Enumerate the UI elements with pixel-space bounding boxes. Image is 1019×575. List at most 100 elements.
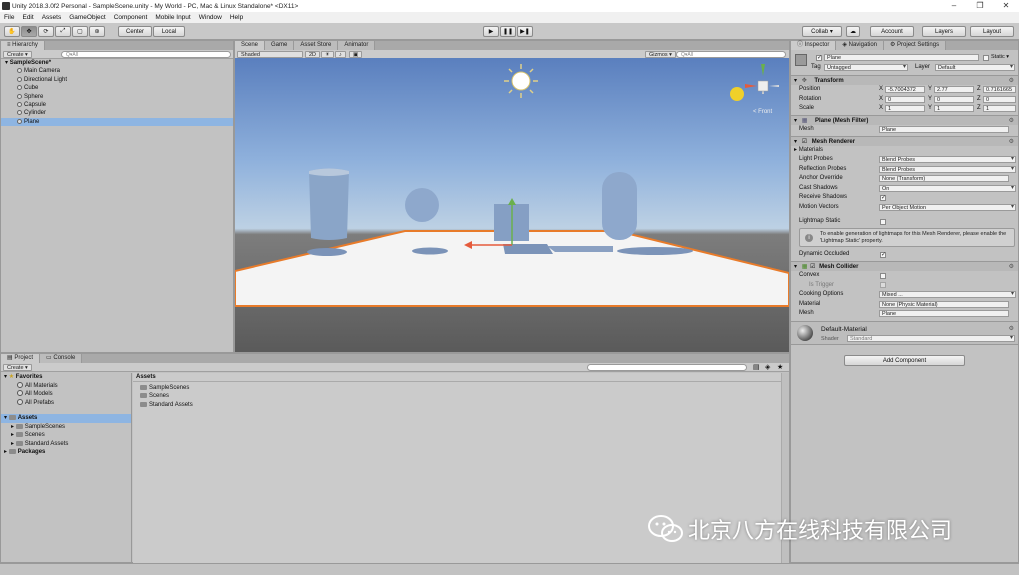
- asset-folder[interactable]: ▸ Standard Assets: [1, 440, 131, 449]
- menu-assets[interactable]: Assets: [38, 14, 66, 21]
- shader-dropdown[interactable]: Standard: [847, 335, 1015, 342]
- reflection-probes-dropdown[interactable]: Blend Probes: [879, 165, 1016, 173]
- tab-project[interactable]: ▤ Project: [1, 354, 41, 363]
- project-list-item[interactable]: Standard Assets: [133, 401, 789, 410]
- scale-z-field[interactable]: 1: [983, 105, 1016, 112]
- hierarchy-item-directional-light[interactable]: Directional Light: [1, 76, 233, 84]
- pivot-center-button[interactable]: Center: [118, 26, 152, 37]
- receive-shadows-checkbox[interactable]: [880, 194, 886, 203]
- filter-type-icon[interactable]: ▤: [753, 363, 760, 371]
- hierarchy-item-cylinder[interactable]: Cylinder: [1, 109, 233, 117]
- object-name-field[interactable]: Plane: [824, 54, 979, 61]
- hierarchy-item-main-camera[interactable]: Main Camera: [1, 67, 233, 75]
- static-dropdown[interactable]: Static ▾: [991, 53, 1009, 62]
- tab-animator[interactable]: Animator: [338, 41, 376, 50]
- component-settings-icon[interactable]: ⚙: [1009, 325, 1014, 332]
- pivot-local-button[interactable]: Local: [153, 26, 185, 37]
- cloud-icon[interactable]: ☁: [846, 26, 860, 37]
- close-icon[interactable]: ✕: [993, 0, 1019, 12]
- light-probes-dropdown[interactable]: Blend Probes: [879, 156, 1016, 163]
- directional-light-icon[interactable]: [504, 64, 538, 98]
- mesh-collider-header[interactable]: ▾ ▦ ☑ Mesh Collider ⚙: [791, 261, 1018, 271]
- tab-console[interactable]: ▭ Console: [40, 354, 83, 363]
- mesh-renderer-enabled-checkbox[interactable]: ☑: [802, 139, 807, 145]
- position-z-field[interactable]: 0.7161665: [983, 86, 1016, 93]
- mesh-collider-enabled-checkbox[interactable]: ☑: [810, 264, 815, 270]
- tab-game[interactable]: Game: [265, 41, 295, 50]
- hierarchy-item-capsule[interactable]: Capsule: [1, 101, 233, 109]
- favorite-item[interactable]: All Models: [1, 390, 131, 399]
- layers-button[interactable]: Layers: [922, 26, 966, 37]
- scene-viewport[interactable]: < Front: [235, 58, 789, 352]
- account-button[interactable]: Account: [870, 26, 914, 37]
- position-y-field[interactable]: 2.77: [934, 86, 974, 93]
- is-trigger-checkbox[interactable]: [880, 282, 886, 288]
- menu-file[interactable]: File: [0, 14, 18, 21]
- capsule-object[interactable]: [602, 172, 637, 240]
- filter-label-icon[interactable]: ◈: [765, 363, 770, 371]
- sphere-object[interactable]: [405, 188, 439, 222]
- scene-root[interactable]: ▾ SampleScene*: [1, 59, 233, 67]
- menu-edit[interactable]: Edit: [18, 14, 37, 21]
- motion-vectors-dropdown[interactable]: Per Object Motion: [879, 203, 1016, 211]
- project-search-input[interactable]: [587, 364, 747, 371]
- project-breadcrumb[interactable]: Assets: [133, 373, 789, 382]
- static-checkbox[interactable]: [983, 54, 989, 61]
- lightmap-static-checkbox[interactable]: [880, 218, 886, 225]
- shading-mode-dropdown[interactable]: Shaded: [237, 51, 303, 58]
- hierarchy-item-plane[interactable]: Plane: [1, 117, 233, 127]
- audio-toggle-icon[interactable]: ♪: [335, 51, 346, 58]
- cast-shadows-dropdown[interactable]: On: [879, 184, 1016, 192]
- pause-button[interactable]: ❚❚: [500, 26, 516, 37]
- gizmos-dropdown[interactable]: Gizmos ▾: [645, 51, 676, 58]
- materials-foldout[interactable]: ▸ Materials: [794, 146, 823, 155]
- packages-folder[interactable]: ▸ Packages: [1, 448, 131, 457]
- move-tool-icon[interactable]: ✥: [21, 26, 37, 37]
- menu-window[interactable]: Window: [195, 14, 226, 21]
- rect-tool-icon[interactable]: ▢: [72, 26, 88, 37]
- tag-dropdown[interactable]: Untagged: [824, 64, 908, 71]
- hierarchy-search-input[interactable]: Q▾All: [61, 51, 231, 58]
- step-button[interactable]: ▶❚: [517, 26, 533, 37]
- hierarchy-item-cube[interactable]: Cube: [1, 84, 233, 92]
- favorites-foldout[interactable]: ▾ ★ Favorites: [1, 373, 131, 382]
- project-list-item[interactable]: Scenes: [133, 392, 789, 401]
- toggle-2d-button[interactable]: 2D: [305, 51, 321, 58]
- lighting-toggle-icon[interactable]: ☀: [321, 51, 334, 58]
- scene-search-input[interactable]: Q▾All: [676, 51, 786, 58]
- tab-inspector[interactable]: ⓘ Inspector: [791, 41, 837, 50]
- collab-button[interactable]: Collab ▾: [802, 26, 842, 37]
- minimize-icon[interactable]: –: [941, 0, 967, 12]
- asset-folder[interactable]: ▸ Scenes: [1, 431, 131, 440]
- assets-root-folder[interactable]: ▾ Assets: [1, 414, 131, 423]
- maximize-icon[interactable]: ❐: [967, 0, 993, 12]
- position-x-field[interactable]: -5.7004372: [885, 86, 925, 93]
- dynamic-occluded-checkbox[interactable]: [880, 251, 886, 260]
- cooking-options-dropdown[interactable]: Mixed ...: [879, 291, 1016, 298]
- tab-navigation[interactable]: ◈ Navigation: [836, 41, 884, 50]
- rotation-z-field[interactable]: 0: [983, 95, 1016, 103]
- project-list-item[interactable]: SampleScenes: [133, 384, 789, 393]
- scale-tool-icon[interactable]: ⤢: [55, 26, 71, 37]
- menu-component[interactable]: Component: [110, 14, 152, 21]
- favorite-star-icon[interactable]: ★: [777, 363, 783, 371]
- layout-button[interactable]: Layout: [970, 26, 1014, 37]
- hand-tool-icon[interactable]: ✋: [4, 26, 20, 37]
- add-component-button[interactable]: Add Component: [844, 355, 965, 366]
- object-active-checkbox[interactable]: [816, 54, 822, 63]
- tab-project-settings[interactable]: ⚙ Project Settings: [884, 41, 947, 50]
- menu-help[interactable]: Help: [226, 14, 247, 21]
- effects-toggle-icon[interactable]: ▣: [349, 51, 363, 58]
- convex-checkbox[interactable]: [880, 272, 886, 279]
- asset-folder[interactable]: ▸ SampleScenes: [1, 423, 131, 432]
- anchor-override-field[interactable]: None (Transform): [879, 175, 1009, 182]
- tab-hierarchy[interactable]: ≡ Hierarchy: [1, 41, 45, 50]
- rotate-tool-icon[interactable]: ⟳: [38, 26, 54, 37]
- hierarchy-item-sphere[interactable]: Sphere: [1, 93, 233, 101]
- mesh-filter-header[interactable]: ▾ ▦ Plane (Mesh Filter) ⚙: [791, 115, 1018, 125]
- project-create-button[interactable]: Create ▾: [3, 364, 32, 371]
- menu-mobile-input[interactable]: Mobile Input: [151, 14, 194, 21]
- favorite-item[interactable]: All Materials: [1, 381, 131, 391]
- rotation-y-field[interactable]: 0: [934, 95, 974, 103]
- mesh-collider-mesh-field[interactable]: Plane: [879, 310, 1009, 317]
